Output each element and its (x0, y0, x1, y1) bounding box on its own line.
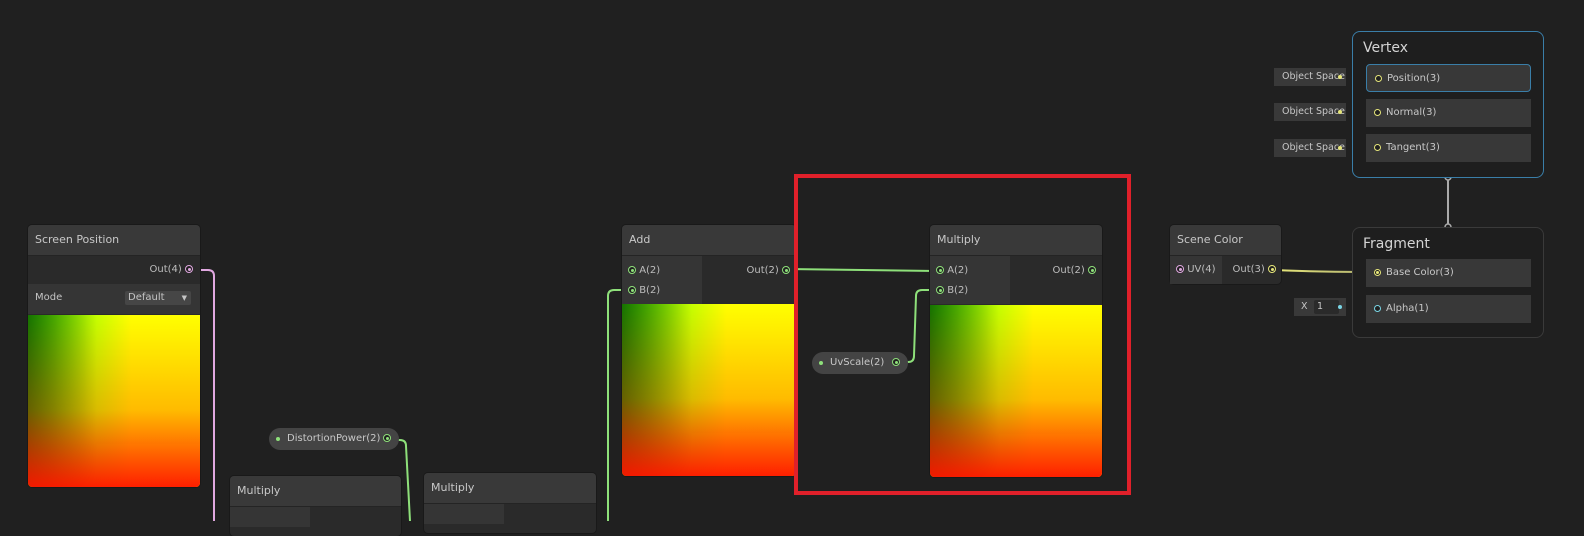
port-ring-icon (1375, 75, 1382, 82)
vertex-title: Vertex (1363, 40, 1409, 56)
chevron-down-icon: ▼ (181, 294, 187, 302)
preview-image (622, 304, 796, 476)
multiply-node-bottom-left[interactable]: Multiply (230, 476, 401, 536)
alpha-input[interactable]: X 1 (1294, 298, 1346, 316)
port-dot-icon (185, 265, 193, 273)
node-title: Scene Color (1170, 225, 1281, 256)
node-title: Add (622, 225, 796, 256)
port-ring-icon (1374, 269, 1381, 276)
out-port[interactable]: Out(2) (747, 261, 790, 281)
normal-space-input[interactable]: Object Space (1274, 103, 1346, 121)
normal-slot[interactable]: Normal(3) (1366, 99, 1531, 127)
preview-image (28, 315, 200, 487)
highlight-box (794, 174, 1131, 495)
alpha-slot[interactable]: Alpha(1) (1366, 295, 1531, 323)
mode-dropdown[interactable]: Default ▼ (125, 291, 191, 305)
node-title: Multiply (230, 476, 401, 507)
mode-label: Mode (35, 292, 63, 303)
port-dot-icon (628, 266, 636, 274)
input-a-port[interactable]: A(2) (628, 261, 660, 281)
port-dot-icon (628, 286, 636, 294)
position-slot[interactable]: Position(3) (1366, 64, 1531, 92)
node-title: Screen Position (28, 225, 200, 256)
port-ring-icon (1374, 109, 1381, 116)
port-ring-icon (1374, 305, 1381, 312)
port-dot-icon (1176, 265, 1184, 273)
port-ring-icon (1374, 144, 1381, 151)
out-port[interactable]: Out(3) (1233, 260, 1276, 280)
out-port[interactable]: Out(4) (150, 260, 193, 280)
multiply-node-bottom[interactable]: Multiply (424, 473, 596, 533)
scene-color-node[interactable]: Scene Color UV(4) Out(3) (1170, 225, 1281, 284)
port-dot-icon (782, 266, 790, 274)
position-space-input[interactable]: Object Space (1274, 68, 1346, 86)
add-node[interactable]: Add A(2) B(2) Out(2) (622, 225, 796, 476)
distortion-power-property[interactable]: DistortionPower(2) (269, 428, 399, 450)
tangent-space-input[interactable]: Object Space (1274, 139, 1346, 157)
base-color-slot[interactable]: Base Color(3) (1366, 259, 1531, 287)
property-dot-icon (276, 437, 280, 441)
input-b-port[interactable]: B(2) (628, 281, 660, 301)
input-uv-port[interactable]: UV(4) (1176, 260, 1216, 280)
vertex-block[interactable]: Vertex Position(3) Normal(3) Tangent(3) (1352, 31, 1544, 178)
port-dot-icon (1268, 265, 1276, 273)
fragment-block[interactable]: Fragment Base Color(3) Alpha(1) (1352, 227, 1544, 338)
screen-position-node[interactable]: Screen Position Out(4) Mode Default ▼ (28, 225, 200, 487)
alpha-value-field[interactable]: 1 (1314, 300, 1339, 314)
node-title: Multiply (424, 473, 596, 504)
fragment-title: Fragment (1363, 236, 1430, 252)
port-dot-icon[interactable] (383, 434, 391, 442)
tangent-slot[interactable]: Tangent(3) (1366, 134, 1531, 162)
